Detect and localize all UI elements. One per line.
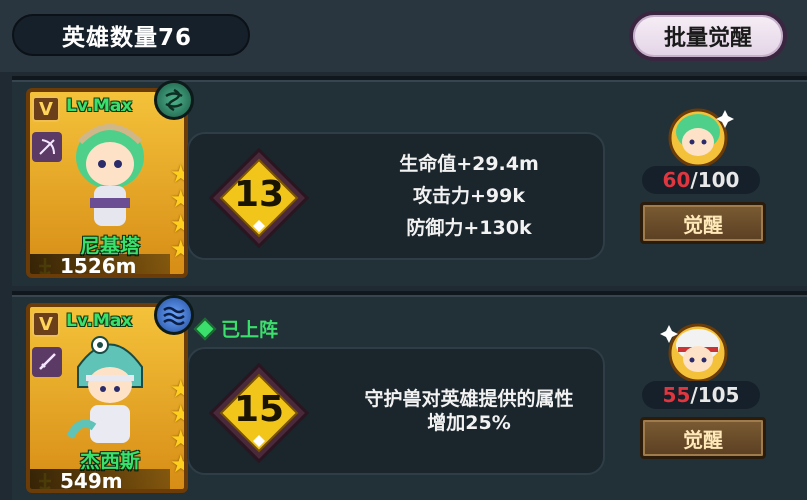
hero-level: Lv.Max [66,96,133,116]
star-rating: ★ ★ ★ ★ [170,377,184,476]
star-rating: ★ ★ ★ ★ [170,162,184,261]
star-icon: ★ [170,452,184,476]
hero-power: 549m [30,469,170,489]
shard-progress: 60 / 100 [642,166,760,194]
shard-current: 55 [662,383,691,407]
awaken-stat-panel: 13 生命值+29.4m 攻击力+99k 防御力+130k [187,132,605,260]
star-icon: ★ [170,377,184,401]
stat-hp: 生命值+29.4m [399,153,539,175]
stat-defense: 防御力+130k [406,217,532,239]
star-icon: ★ [170,402,184,426]
rank-badge: V [32,311,60,337]
bow-icon [32,132,62,162]
stat-description-line: 守护兽对英雄提供的属性 [364,388,574,410]
awaken-stat-panel: 15 守护兽对英雄提供的属性 增加25% [187,347,605,475]
shard-separator: / [690,168,698,192]
shard-progress: 55 / 105 [642,381,760,409]
deployed-label: 已上阵 [221,319,279,341]
awaken-button[interactable]: 觉醒 [640,202,766,244]
hero-avatar [668,108,734,168]
shard-current: 60 [662,168,691,192]
batch-awaken-button[interactable]: 批量觉醒 [629,11,787,61]
star-icon: ★ [170,212,184,236]
shard-max: 100 [697,168,740,192]
stat-attack: 攻击力+99k [413,185,525,207]
star-icon: ★ [170,427,184,451]
hero-art-jesse [66,336,143,443]
awaken-level-number: 15 [233,389,285,430]
water-icon [154,295,194,335]
star-icon: ★ [170,187,184,211]
awaken-level-number: 13 [233,174,285,215]
shard-separator: / [690,383,698,407]
stat-description-line: 增加25% [427,412,511,434]
shard-max: 105 [697,383,740,407]
star-icon: ★ [170,237,184,261]
hero-level: Lv.Max [66,311,133,331]
awaken-button[interactable]: 觉醒 [640,417,766,459]
hero-card: V Lv.Max ★ ★ ★ ★ 尼基塔 1526m 13 生命值+29.4m … [12,76,807,286]
deployed-diamond-icon [193,317,217,340]
star-icon: ★ [170,162,184,186]
sword-icon [32,347,62,377]
rank-badge: V [32,96,60,122]
hero-avatar [660,323,728,383]
stat-list: 生命值+29.4m 攻击力+99k 防御力+130k [329,134,609,258]
stat-list: 守护兽对英雄提供的属性 增加25% [329,349,609,473]
hero-art-nikita [76,124,144,226]
header-bar: 英雄数量76 批量觉醒 [0,0,807,72]
hero-count-label: 英雄数量76 [12,14,250,56]
deployed-status: 已上阵 [193,315,279,342]
hero-card: V Lv.Max ★ ★ ★ ★ 杰西斯 549m 已上阵 15 守护兽对英雄提 [12,291,807,500]
wind-icon [154,80,194,120]
hero-power: 1526m [30,254,170,274]
